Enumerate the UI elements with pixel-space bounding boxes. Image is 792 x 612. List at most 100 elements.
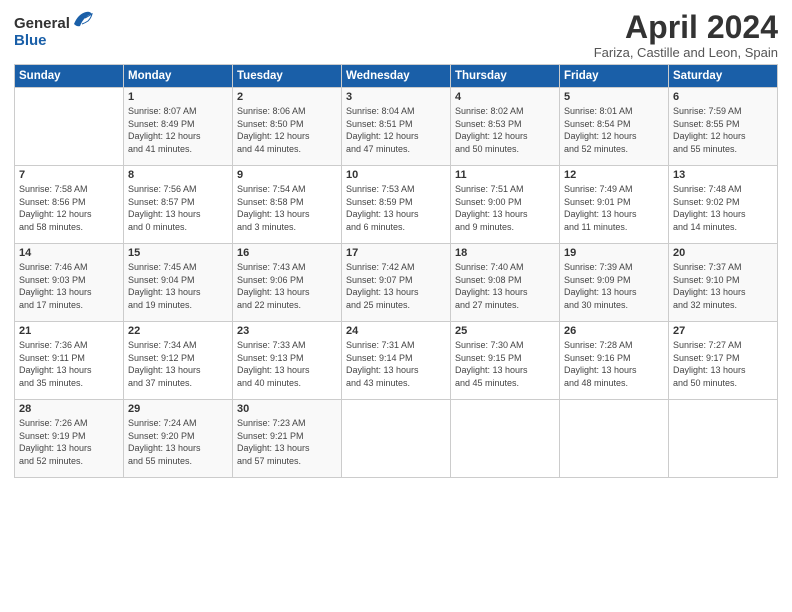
day-info: Sunrise: 7:34 AMSunset: 9:12 PMDaylight:… bbox=[128, 339, 228, 389]
col-wednesday: Wednesday bbox=[342, 65, 451, 88]
day-number: 23 bbox=[237, 325, 337, 337]
table-row: 7 Sunrise: 7:58 AMSunset: 8:56 PMDaylight… bbox=[15, 166, 124, 244]
table-row bbox=[560, 400, 669, 478]
col-tuesday: Tuesday bbox=[233, 65, 342, 88]
table-row: 9 Sunrise: 7:54 AMSunset: 8:58 PMDaylight… bbox=[233, 166, 342, 244]
col-thursday: Thursday bbox=[451, 65, 560, 88]
day-info: Sunrise: 8:07 AMSunset: 8:49 PMDaylight:… bbox=[128, 105, 228, 155]
table-row: 10 Sunrise: 7:53 AMSunset: 8:59 PMDayligh… bbox=[342, 166, 451, 244]
day-number: 8 bbox=[128, 169, 228, 181]
day-info: Sunrise: 8:04 AMSunset: 8:51 PMDaylight:… bbox=[346, 105, 446, 155]
table-row: 18 Sunrise: 7:40 AMSunset: 9:08 PMDayligh… bbox=[451, 244, 560, 322]
day-number: 29 bbox=[128, 403, 228, 415]
table-row: 21 Sunrise: 7:36 AMSunset: 9:11 PMDayligh… bbox=[15, 322, 124, 400]
table-row: 11 Sunrise: 7:51 AMSunset: 9:00 PMDayligh… bbox=[451, 166, 560, 244]
day-info: Sunrise: 8:06 AMSunset: 8:50 PMDaylight:… bbox=[237, 105, 337, 155]
day-info: Sunrise: 7:48 AMSunset: 9:02 PMDaylight:… bbox=[673, 183, 773, 233]
day-info: Sunrise: 7:51 AMSunset: 9:00 PMDaylight:… bbox=[455, 183, 555, 233]
day-number: 25 bbox=[455, 325, 555, 337]
table-row bbox=[15, 88, 124, 166]
day-number: 9 bbox=[237, 169, 337, 181]
calendar-week-row: 14 Sunrise: 7:46 AMSunset: 9:03 PMDayligh… bbox=[15, 244, 778, 322]
table-row: 4 Sunrise: 8:02 AMSunset: 8:53 PMDaylight… bbox=[451, 88, 560, 166]
day-number: 14 bbox=[19, 247, 119, 259]
day-info: Sunrise: 8:02 AMSunset: 8:53 PMDaylight:… bbox=[455, 105, 555, 155]
header: General Blue April 2024 Fariza, Castille… bbox=[14, 10, 778, 60]
day-info: Sunrise: 7:40 AMSunset: 9:08 PMDaylight:… bbox=[455, 261, 555, 311]
day-number: 2 bbox=[237, 91, 337, 103]
day-info: Sunrise: 7:24 AMSunset: 9:20 PMDaylight:… bbox=[128, 417, 228, 467]
day-number: 10 bbox=[346, 169, 446, 181]
col-friday: Friday bbox=[560, 65, 669, 88]
day-number: 1 bbox=[128, 91, 228, 103]
table-row bbox=[669, 400, 778, 478]
day-info: Sunrise: 7:56 AMSunset: 8:57 PMDaylight:… bbox=[128, 183, 228, 233]
calendar-week-row: 28Sunrise: 7:26 AMSunset: 9:19 PMDayligh… bbox=[15, 400, 778, 478]
day-number: 11 bbox=[455, 169, 555, 181]
logo-general: General bbox=[14, 15, 70, 32]
day-number: 26 bbox=[564, 325, 664, 337]
days-header-row: Sunday Monday Tuesday Wednesday Thursday… bbox=[15, 65, 778, 88]
calendar-body: 1 Sunrise: 8:07 AMSunset: 8:49 PMDaylight… bbox=[15, 88, 778, 478]
table-row: 28Sunrise: 7:26 AMSunset: 9:19 PMDayligh… bbox=[15, 400, 124, 478]
table-row: 16 Sunrise: 7:43 AMSunset: 9:06 PMDayligh… bbox=[233, 244, 342, 322]
day-number: 4 bbox=[455, 91, 555, 103]
table-row: 26Sunrise: 7:28 AMSunset: 9:16 PMDayligh… bbox=[560, 322, 669, 400]
day-number: 22 bbox=[128, 325, 228, 337]
logo-blue: Blue bbox=[14, 32, 47, 49]
table-row bbox=[342, 400, 451, 478]
table-row: 13 Sunrise: 7:48 AMSunset: 9:02 PMDayligh… bbox=[669, 166, 778, 244]
location-subtitle: Fariza, Castille and Leon, Spain bbox=[594, 45, 778, 60]
day-number: 20 bbox=[673, 247, 773, 259]
day-info: Sunrise: 7:27 AMSunset: 9:17 PMDaylight:… bbox=[673, 339, 773, 389]
day-number: 21 bbox=[19, 325, 119, 337]
day-number: 15 bbox=[128, 247, 228, 259]
logo-bird-icon bbox=[72, 10, 94, 36]
day-info: Sunrise: 7:33 AMSunset: 9:13 PMDaylight:… bbox=[237, 339, 337, 389]
calendar-header: Sunday Monday Tuesday Wednesday Thursday… bbox=[15, 65, 778, 88]
day-number: 16 bbox=[237, 247, 337, 259]
table-row: 22 Sunrise: 7:34 AMSunset: 9:12 PMDayligh… bbox=[124, 322, 233, 400]
day-number: 12 bbox=[564, 169, 664, 181]
day-info: Sunrise: 7:46 AMSunset: 9:03 PMDaylight:… bbox=[19, 261, 119, 311]
day-number: 28 bbox=[19, 403, 119, 415]
table-row: 5 Sunrise: 8:01 AMSunset: 8:54 PMDaylight… bbox=[560, 88, 669, 166]
col-monday: Monday bbox=[124, 65, 233, 88]
day-info: Sunrise: 7:42 AMSunset: 9:07 PMDaylight:… bbox=[346, 261, 446, 311]
table-row: 1 Sunrise: 8:07 AMSunset: 8:49 PMDaylight… bbox=[124, 88, 233, 166]
day-number: 18 bbox=[455, 247, 555, 259]
table-row: 24Sunrise: 7:31 AMSunset: 9:14 PMDayligh… bbox=[342, 322, 451, 400]
table-row: 23 Sunrise: 7:33 AMSunset: 9:13 PMDayligh… bbox=[233, 322, 342, 400]
day-info: Sunrise: 7:54 AMSunset: 8:58 PMDaylight:… bbox=[237, 183, 337, 233]
day-number: 3 bbox=[346, 91, 446, 103]
table-row bbox=[451, 400, 560, 478]
day-info: Sunrise: 7:36 AMSunset: 9:11 PMDaylight:… bbox=[19, 339, 119, 389]
day-number: 30 bbox=[237, 403, 337, 415]
day-info: Sunrise: 7:58 AMSunset: 8:56 PMDaylight:… bbox=[19, 183, 119, 233]
month-title: April 2024 bbox=[594, 10, 778, 45]
day-number: 13 bbox=[673, 169, 773, 181]
table-row: 29 Sunrise: 7:24 AMSunset: 9:20 PMDayligh… bbox=[124, 400, 233, 478]
day-info: Sunrise: 7:31 AMSunset: 9:14 PMDaylight:… bbox=[346, 339, 446, 389]
table-row: 2 Sunrise: 8:06 AMSunset: 8:50 PMDaylight… bbox=[233, 88, 342, 166]
day-info: Sunrise: 7:43 AMSunset: 9:06 PMDaylight:… bbox=[237, 261, 337, 311]
table-row: 30Sunrise: 7:23 AMSunset: 9:21 PMDayligh… bbox=[233, 400, 342, 478]
calendar-week-row: 7 Sunrise: 7:58 AMSunset: 8:56 PMDaylight… bbox=[15, 166, 778, 244]
table-row: 14 Sunrise: 7:46 AMSunset: 9:03 PMDayligh… bbox=[15, 244, 124, 322]
day-info: Sunrise: 7:30 AMSunset: 9:15 PMDaylight:… bbox=[455, 339, 555, 389]
logo: General Blue bbox=[14, 10, 94, 49]
day-number: 17 bbox=[346, 247, 446, 259]
table-row: 19Sunrise: 7:39 AMSunset: 9:09 PMDayligh… bbox=[560, 244, 669, 322]
day-info: Sunrise: 7:53 AMSunset: 8:59 PMDaylight:… bbox=[346, 183, 446, 233]
col-sunday: Sunday bbox=[15, 65, 124, 88]
calendar-table: Sunday Monday Tuesday Wednesday Thursday… bbox=[14, 64, 778, 478]
calendar-week-row: 1 Sunrise: 8:07 AMSunset: 8:49 PMDaylight… bbox=[15, 88, 778, 166]
day-info: Sunrise: 8:01 AMSunset: 8:54 PMDaylight:… bbox=[564, 105, 664, 155]
day-number: 6 bbox=[673, 91, 773, 103]
day-number: 7 bbox=[19, 169, 119, 181]
day-info: Sunrise: 7:45 AMSunset: 9:04 PMDaylight:… bbox=[128, 261, 228, 311]
day-number: 5 bbox=[564, 91, 664, 103]
table-row: 25 Sunrise: 7:30 AMSunset: 9:15 PMDayligh… bbox=[451, 322, 560, 400]
table-row: 20Sunrise: 7:37 AMSunset: 9:10 PMDayligh… bbox=[669, 244, 778, 322]
table-row: 15 Sunrise: 7:45 AMSunset: 9:04 PMDayligh… bbox=[124, 244, 233, 322]
